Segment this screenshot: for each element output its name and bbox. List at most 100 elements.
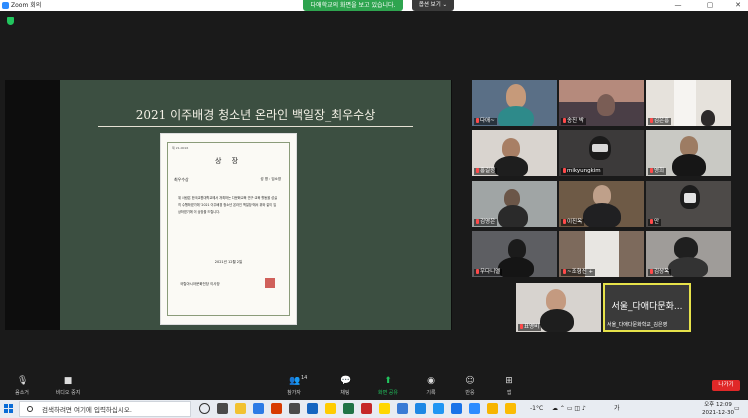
taskbar-clock[interactable]: 오후 12:09 2021-12-30 <box>702 401 734 417</box>
share-status-banner: 다애학교의 화면을 보고 있습니다. <box>303 0 403 11</box>
slide-title: 2021 이주배경 청소년 온라인 백일장_최우수상 <box>135 108 376 122</box>
certificate-recipient: 성 명 : 임소영 <box>260 177 281 181</box>
slide-title-underline <box>98 126 413 127</box>
certificate-border: 제 21-0016 상 장 최우수상 성 명 : 임소영 위 사람은 한국교원대… <box>167 142 290 316</box>
record-icon: ◉ <box>427 376 435 386</box>
view-options-button[interactable]: 옵션 보기 ⌄ <box>412 0 454 11</box>
weather-temperature[interactable]: -1°C <box>530 403 543 415</box>
mic-muted-icon <box>650 168 653 173</box>
mic-muted-icon <box>563 269 566 274</box>
meeting-toolbar: 🎙 음소거 ■ 비디오 중지 👥 참가자 14 💬 채팅 ⬆ 화면 공유 ◉ 기… <box>0 372 748 400</box>
share-screen-button[interactable]: ⬆ 화면 공유 <box>368 372 408 396</box>
participant-tile[interactable]: 홍길정 <box>472 130 557 176</box>
mic-muted-icon <box>650 118 653 123</box>
active-speaker-tile[interactable]: 서울_다애다문화... 서울_다애다문화학교_김은영 <box>603 283 691 332</box>
participant-tile[interactable]: 영희 <box>646 130 731 176</box>
keyboard-ime[interactable]: 가 <box>614 403 620 415</box>
mic-muted-icon <box>520 324 523 329</box>
certificate-date: 2021년 12월 2일 <box>214 260 243 264</box>
mic-muted-icon <box>476 219 479 224</box>
powerpoint-icon[interactable] <box>271 403 282 414</box>
participant-name: 안 <box>648 219 662 226</box>
taskbar-search-input[interactable]: 검색하려면 여기에 입력하십시오. <box>19 401 191 417</box>
zoom-taskbar-icon[interactable] <box>469 403 480 414</box>
mic-muted-icon <box>650 219 653 224</box>
mute-button[interactable]: 🎙 음소거 <box>2 372 42 396</box>
certificate: 제 21-0016 상 장 최우수상 성 명 : 임소영 위 사람은 한국교원대… <box>160 133 297 325</box>
edge-browser-icon[interactable] <box>253 403 264 414</box>
mic-muted-icon <box>563 219 566 224</box>
store-icon[interactable] <box>289 403 300 414</box>
app-icon[interactable] <box>397 403 408 414</box>
app-icon[interactable] <box>451 403 462 414</box>
app-icon[interactable] <box>433 403 444 414</box>
chat-bubble-icon: 💬 <box>340 376 352 386</box>
participant-name: 홍길정 <box>474 168 498 175</box>
app-icon[interactable] <box>361 403 372 414</box>
windows-start-icon[interactable] <box>4 404 14 414</box>
mic-muted-icon <box>476 269 479 274</box>
participant-name: 김상옥 <box>648 269 672 276</box>
cortana-icon[interactable] <box>199 403 210 414</box>
search-icon <box>27 406 33 412</box>
tray-icons[interactable]: ☁ ⌃ ▭ ◫ ♪ <box>552 403 586 415</box>
participant-tile[interactable]: 안 <box>646 181 731 227</box>
participant-tile[interactable]: 김상옥 <box>646 231 731 277</box>
window-title: Zoom 회의 <box>11 2 42 9</box>
participant-tile[interactable]: 우다니엘 <box>472 231 557 277</box>
participant-tile[interactable]: 다애~ <box>472 80 557 126</box>
participant-tile[interactable]: 표영비 <box>516 283 601 332</box>
certificate-seal <box>265 278 275 288</box>
certificate-signer: 국립아시아문화전당 이사장 <box>180 282 220 286</box>
participant-tile[interactable]: ~조형진 + <box>559 231 644 277</box>
participant-name: 송진 박 <box>561 118 586 125</box>
security-shield-icon[interactable] <box>7 17 14 25</box>
mic-muted-icon <box>476 168 479 173</box>
minimize-icon[interactable]: — <box>668 0 688 11</box>
reactions-button[interactable]: ☺ 반응 <box>450 372 490 396</box>
notification-icon[interactable]: ▭ <box>734 403 740 415</box>
mic-muted-icon <box>563 118 566 123</box>
participant-name: 표영비 <box>518 324 542 331</box>
participant-tile[interactable]: 김은흥 <box>646 80 731 126</box>
apps-button[interactable]: ⊞ 앱 <box>489 372 529 396</box>
active-speaker-label: 서울_다애다문화학교_김은영 <box>607 322 668 328</box>
excel-icon[interactable] <box>343 403 354 414</box>
smiley-icon: ☺ <box>465 376 475 386</box>
app-icon[interactable] <box>415 403 426 414</box>
mic-muted-icon <box>650 269 653 274</box>
close-icon[interactable]: ✕ <box>728 0 748 11</box>
participants-button[interactable]: 👥 참가자 <box>274 372 314 396</box>
chrome-icon[interactable] <box>505 403 516 414</box>
stop-video-button[interactable]: ■ 비디오 중지 <box>48 372 88 396</box>
shared-slide: 2021 이주배경 청소년 온라인 백일장_최우수상 제 21-0016 상 장… <box>60 80 451 330</box>
certificate-body: 위 사람은 한국교원대학교에서 개최하는 다문화교육 연구·교육 활동을 성실히… <box>178 196 278 214</box>
task-view-icon[interactable] <box>217 403 228 414</box>
record-button[interactable]: ◉ 기록 <box>411 372 451 396</box>
file-explorer-icon[interactable] <box>235 403 246 414</box>
participant-name: 우다니엘 <box>474 269 503 276</box>
word-icon[interactable] <box>307 403 318 414</box>
microphone-icon: 🎙 <box>17 376 29 386</box>
windows-taskbar: 검색하려면 여기에 입력하십시오. -1°C ☁ ⌃ ▭ ◫ ♪ 가 오후 12… <box>0 400 748 418</box>
app-icon[interactable] <box>487 403 498 414</box>
leave-meeting-button[interactable]: 나가기 <box>712 380 740 391</box>
participant-tile[interactable]: 송진 박 <box>559 80 644 126</box>
certificate-award: 최우수상 <box>174 177 189 182</box>
maximize-icon[interactable]: ▢ <box>700 0 720 11</box>
participant-tile[interactable]: mikyungkim <box>559 130 644 176</box>
participants-icon: 👥 <box>289 376 301 386</box>
active-speaker-display: 서울_다애다문화... <box>611 302 683 312</box>
certificate-heading: 상 장 <box>214 157 243 165</box>
participant-name: mikyungkim <box>561 168 603 175</box>
app-icon[interactable] <box>379 403 390 414</box>
participant-tile[interactable]: 이진옥 <box>559 181 644 227</box>
chat-button[interactable]: 💬 채팅 <box>325 372 365 396</box>
certificate-number: 제 21-0016 <box>172 146 189 150</box>
participant-tile[interactable]: 김영은 <box>472 181 557 227</box>
participant-name: 이진옥 <box>561 219 585 226</box>
mic-muted-icon <box>563 168 566 173</box>
mic-muted-icon <box>476 118 479 123</box>
video-camera-icon: ■ <box>63 376 73 386</box>
kakaotalk-icon[interactable] <box>325 403 336 414</box>
